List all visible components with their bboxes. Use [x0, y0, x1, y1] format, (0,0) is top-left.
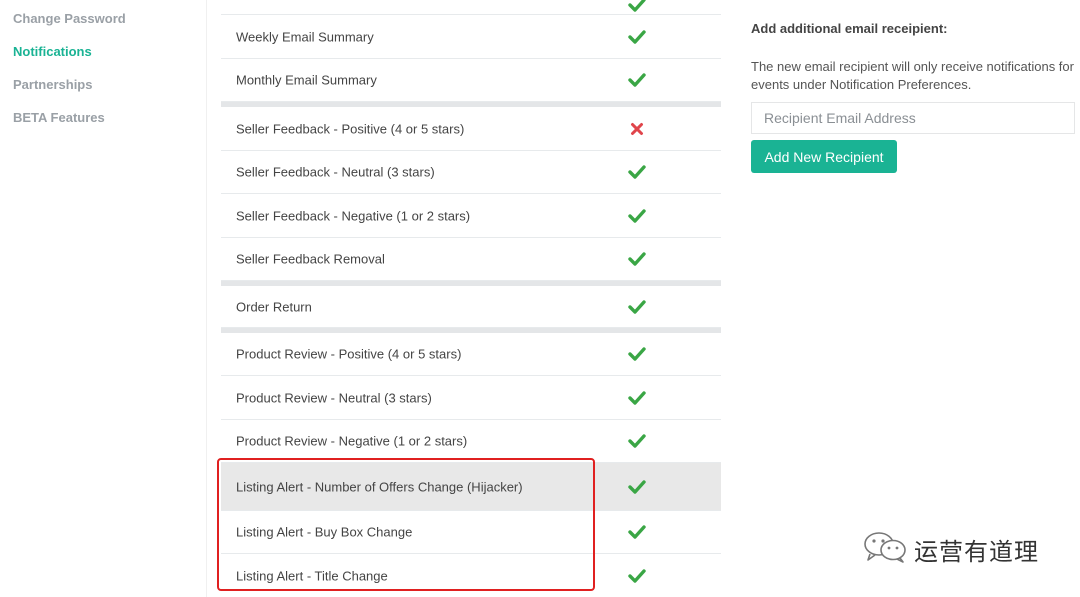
add-new-recipient-button[interactable]: Add New Recipient: [751, 140, 897, 173]
check-icon[interactable]: [628, 567, 646, 585]
table-row: Listing Alert - Buy Box Change: [221, 511, 721, 554]
table-row: Product Review - Positive (4 or 5 stars): [221, 333, 721, 376]
notification-label: Seller Feedback Removal: [236, 251, 385, 267]
check-icon[interactable]: [628, 432, 646, 450]
check-icon[interactable]: [628, 478, 646, 496]
cross-icon[interactable]: [628, 120, 646, 138]
notification-label: Product Review - Neutral (3 stars): [236, 390, 432, 405]
check-icon[interactable]: [628, 389, 646, 407]
table-row-hovered: Listing Alert - Number of Offers Change …: [221, 463, 721, 511]
table-row: Monthly Email Summary: [221, 59, 721, 102]
check-icon[interactable]: [628, 523, 646, 541]
table-row: Seller Feedback - Positive (4 or 5 stars…: [221, 107, 721, 151]
notification-label: Listing Alert - Title Change: [236, 568, 388, 583]
check-icon[interactable]: [628, 250, 646, 268]
wechat-logo-icon: [862, 530, 908, 569]
notification-settings-page: Change Password Notifications Partnershi…: [0, 0, 1080, 597]
table-row: Seller Feedback - Neutral (3 stars): [221, 151, 721, 194]
watermark: 运营有道理: [862, 530, 1039, 569]
notification-label: Product Review - Positive (4 or 5 stars): [236, 346, 462, 362]
sidebar-item-beta-features[interactable]: BETA Features: [13, 110, 105, 125]
table-row: Seller Feedback Removal: [221, 238, 721, 281]
notification-label: Weekly Email Summary: [236, 29, 374, 44]
watermark-text: 运营有道理: [914, 538, 1039, 566]
notification-label: Seller Feedback - Neutral (3 stars): [236, 164, 435, 180]
check-icon[interactable]: [628, 71, 646, 89]
table-row: Order Return: [221, 286, 721, 328]
check-icon[interactable]: [628, 28, 646, 46]
notification-label: Seller Feedback - Negative (1 or 2 stars…: [236, 208, 471, 223]
add-recipient-title: Add additional email receipient:: [751, 21, 948, 36]
sidebar-item-change-password[interactable]: Change Password: [13, 11, 126, 26]
notification-label: Listing Alert - Number of Offers Change …: [236, 479, 523, 494]
check-icon[interactable]: [628, 163, 646, 181]
check-icon[interactable]: [628, 298, 646, 316]
table-row: Weekly Email Summary: [221, 15, 721, 59]
table-row: Seller Feedback - Negative (1 or 2 stars…: [221, 194, 721, 238]
recipient-email-input[interactable]: [751, 102, 1075, 134]
add-recipient-description: The new email recipient will only receiv…: [751, 59, 1074, 92]
notification-label: Product Review - Negative (1 or 2 stars): [236, 433, 468, 449]
check-icon[interactable]: [628, 0, 646, 14]
notification-label: Monthly Email Summary: [236, 72, 377, 88]
table-row: Product Review - Negative (1 or 2 stars): [221, 420, 721, 463]
notification-label: Listing Alert - Buy Box Change: [236, 524, 413, 540]
notification-label: Seller Feedback - Positive (4 or 5 stars…: [236, 121, 465, 136]
settings-sidebar: Change Password Notifications Partnershi…: [0, 0, 207, 597]
notification-label: Order Return: [236, 299, 312, 314]
sidebar-item-partnerships[interactable]: Partnerships: [13, 77, 92, 92]
sidebar-item-notifications[interactable]: Notifications: [13, 44, 92, 59]
table-row: Product Review - Neutral (3 stars): [221, 376, 721, 420]
table-row-partial: [221, 0, 721, 15]
check-icon[interactable]: [628, 345, 646, 363]
check-icon[interactable]: [628, 207, 646, 225]
table-row: Listing Alert - Title Change: [221, 554, 721, 597]
